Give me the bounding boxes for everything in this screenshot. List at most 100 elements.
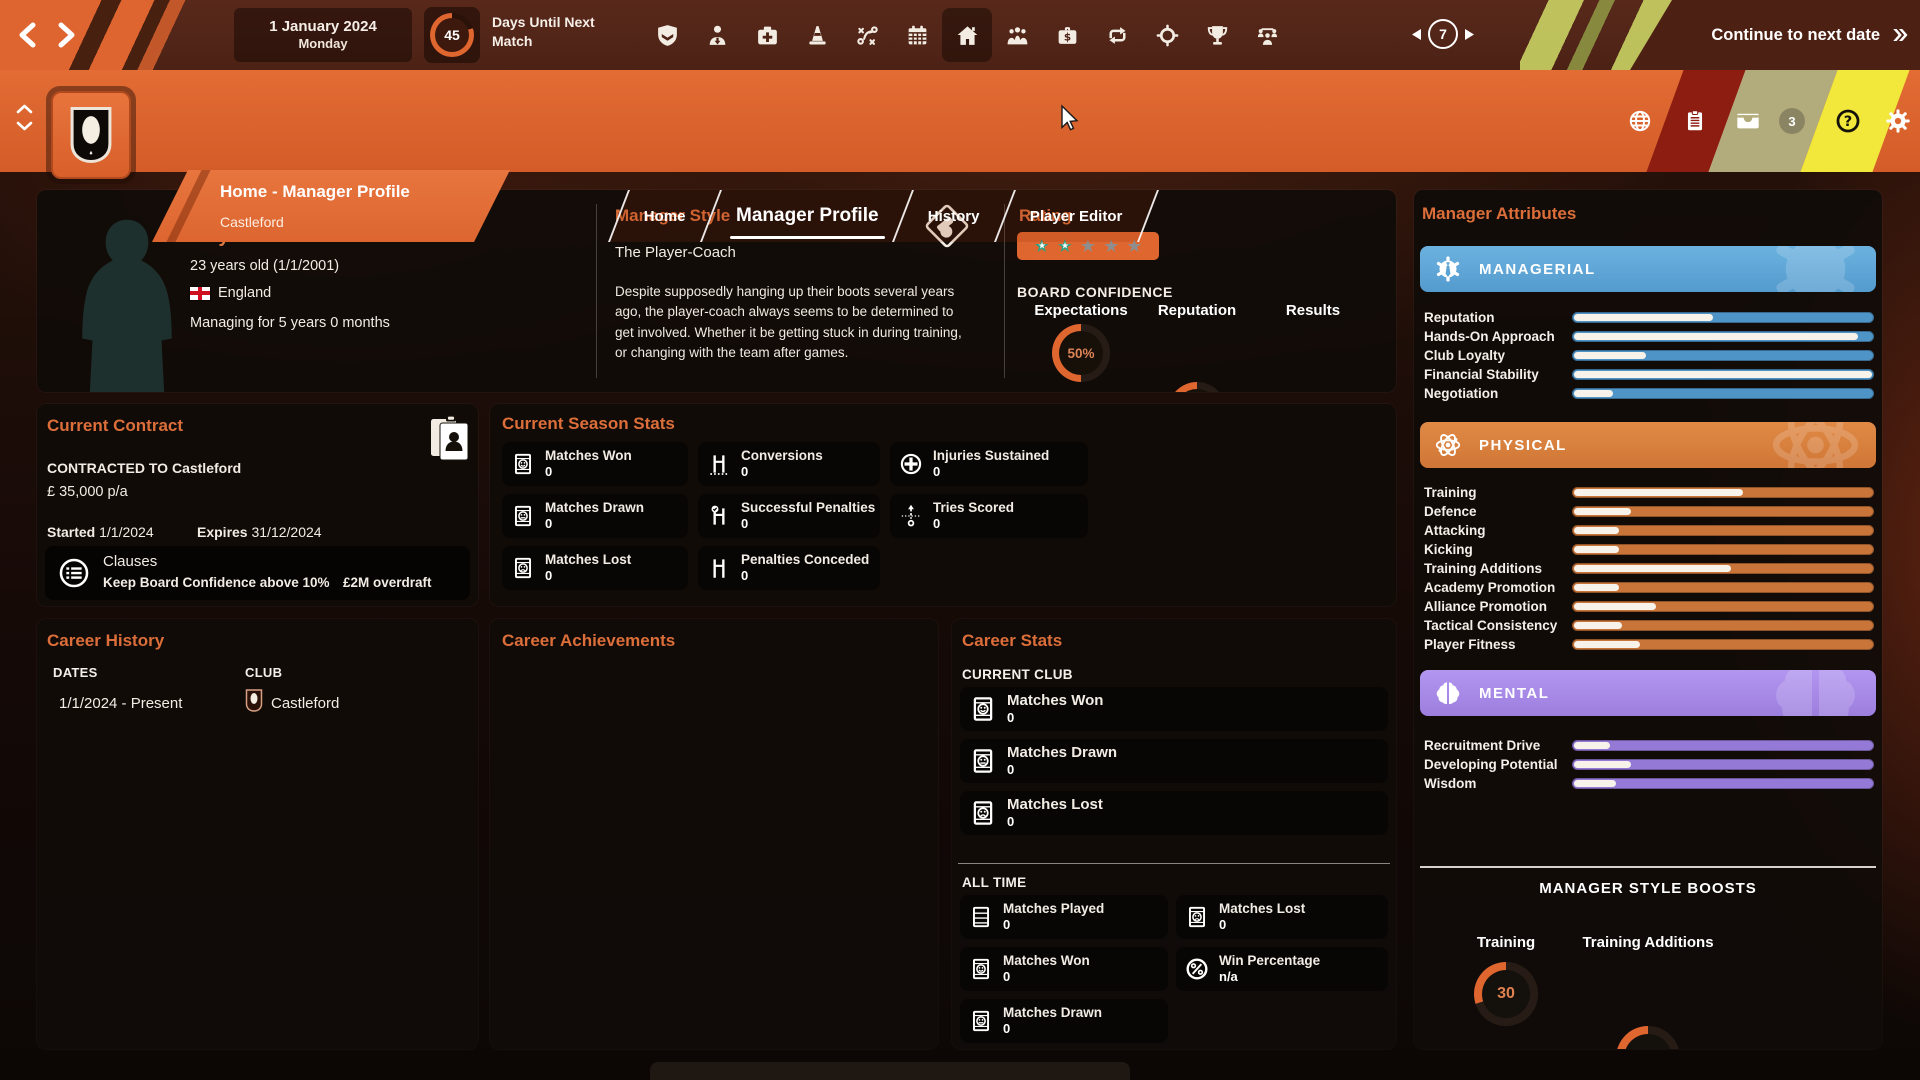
stat-tile: Matches Drawn 0 [960, 999, 1168, 1043]
clauses-title: Clauses [103, 553, 158, 570]
gauge-label-results: Results [1285, 302, 1341, 319]
chevron-right-icon [54, 21, 78, 49]
chevron-left-icon [16, 21, 40, 49]
nav-shield-icon[interactable] [642, 8, 692, 62]
inbox-badge: 3 [1779, 108, 1805, 134]
goalposts-check-icon [706, 503, 732, 529]
tab-player-editor[interactable]: Player Editor [993, 190, 1159, 242]
attribute-row: Training [1424, 483, 1874, 502]
attribute-bar [1574, 546, 1620, 553]
stat-tile: Matches Drawn 0 [502, 494, 688, 538]
speed-value: 7 [1428, 19, 1458, 49]
brain-icon [1763, 670, 1868, 716]
tab-manager-profile[interactable]: Manager Profile [699, 190, 913, 242]
stat-tile: Matches Played 0 [960, 895, 1168, 939]
boost-gauge-training-additions: 30 [1616, 1026, 1680, 1049]
matches-played-icon [968, 904, 994, 930]
attribute-row: Attacking [1424, 521, 1874, 540]
reputation-gauge: 50% [1168, 382, 1226, 392]
panel-divider [596, 204, 597, 378]
date-text: 1 January 2024 [269, 17, 377, 35]
collapse-header-control[interactable] [16, 104, 33, 131]
back-button[interactable] [16, 21, 40, 49]
help-icon[interactable]: ? [1834, 107, 1862, 135]
forward-button[interactable] [54, 21, 78, 49]
contract-expires: Expires 31/12/2024 [197, 524, 322, 540]
nav-transfers-icon[interactable] [1092, 8, 1142, 62]
nav-finances-icon[interactable]: $ [1042, 8, 1092, 62]
inbox-icon[interactable] [1735, 108, 1762, 135]
attribute-bar [1574, 761, 1632, 768]
england-flag-icon [190, 286, 210, 300]
stat-tile: Matches Won 0 [960, 947, 1168, 991]
nav-scouting-icon[interactable] [1142, 8, 1192, 62]
attribute-row: Reputation [1424, 308, 1874, 327]
manager-style-description: Despite supposedly hanging up their boot… [615, 284, 962, 360]
column-header-dates: DATES [53, 665, 98, 680]
medical-cross-circle-icon [898, 451, 924, 477]
manager-attributes-panel: Manager Attributes MANAGERIAL Reputation… [1414, 190, 1882, 1049]
content-area: Player One 23 years old (1/1/2001) Engla… [0, 172, 1920, 1080]
attribute-row: Developing Potential [1424, 755, 1874, 774]
attribute-row: Hands-On Approach [1424, 327, 1874, 346]
tab-bar: Home Manager Profile History Player Edit… [608, 190, 1159, 242]
attribute-bar [1574, 742, 1611, 749]
nav-fixtures-icon[interactable] [892, 8, 942, 62]
attribute-row: Alliance Promotion [1424, 597, 1874, 616]
attribute-bar [1574, 489, 1744, 496]
speed-increase-icon[interactable] [1465, 28, 1474, 40]
current-contract-panel: Current Contract CONTRACTED TO Castlefor… [37, 404, 478, 606]
stat-tile: Matches Lost 0 [1176, 895, 1388, 939]
day-text: Monday [298, 36, 348, 52]
manager-style-name: The Player-Coach [615, 244, 736, 261]
chevron-up-icon [16, 104, 33, 114]
attribute-row: Training Additions [1424, 559, 1874, 578]
header-bar: Home - Manager Profile Castleford Home M… [0, 70, 1920, 242]
match-lost-icon [1184, 904, 1210, 930]
globe-icon[interactable] [1627, 108, 1654, 135]
clauses-list-icon [57, 556, 91, 590]
atom-icon [1763, 422, 1868, 468]
club-crest-icon [245, 689, 263, 712]
nav-fans-icon[interactable] [992, 8, 1042, 62]
expectations-gauge: 50% [1052, 324, 1110, 382]
contracted-to: CONTRACTED TO Castleford [47, 460, 242, 476]
nav-squad-icon[interactable] [692, 8, 742, 62]
manager-profile-screen: 1 January 2024 Monday 45 Days Until Next… [0, 0, 1920, 1080]
main-nav: $ [642, 8, 1292, 62]
days-until-label: Days Until Next Match [492, 14, 595, 49]
continue-label: Continue to next date [1711, 25, 1880, 44]
speed-decrease-icon[interactable] [1412, 28, 1421, 40]
nav-medical-icon[interactable] [742, 8, 792, 62]
attribute-bar [1574, 371, 1872, 378]
attribute-row: Academy Promotion [1424, 578, 1874, 597]
nav-training-icon[interactable] [792, 8, 842, 62]
career-achievements-title: Career Achievements [502, 631, 676, 650]
match-won-icon [968, 694, 998, 724]
stat-tile: Matches Won 0 [502, 442, 688, 486]
attribute-bar [1574, 622, 1623, 629]
brain-icon [1433, 678, 1463, 708]
nav-home-icon[interactable] [942, 8, 992, 62]
nav-competitions-icon[interactable] [1192, 8, 1242, 62]
nav-staff-icon[interactable] [1242, 8, 1292, 62]
attribute-row: Financial Stability [1424, 365, 1874, 384]
atom-icon [1433, 430, 1463, 460]
gear-tie-icon [1433, 254, 1463, 284]
attribute-bar [1574, 603, 1656, 610]
game-speed-control[interactable]: 7 [1412, 19, 1474, 49]
contract-icon [429, 414, 471, 462]
club-badge[interactable] [46, 86, 136, 184]
notes-icon[interactable] [1682, 108, 1708, 134]
attribute-bar [1574, 508, 1632, 515]
boost-label-training: Training [1476, 934, 1536, 951]
gear-icon[interactable] [1884, 107, 1912, 135]
nav-tactics-icon[interactable] [842, 8, 892, 62]
cutoff-panel-edge [650, 1062, 1130, 1080]
all-time-label: ALL TIME [962, 875, 1027, 890]
game-date: 1 January 2024 Monday [234, 8, 412, 62]
continue-button[interactable]: Continue to next date [1711, 0, 1908, 70]
group-managerial: MANAGERIAL [1420, 246, 1876, 292]
days-until-value: 45 [444, 27, 460, 43]
contract-title: Current Contract [47, 416, 184, 435]
